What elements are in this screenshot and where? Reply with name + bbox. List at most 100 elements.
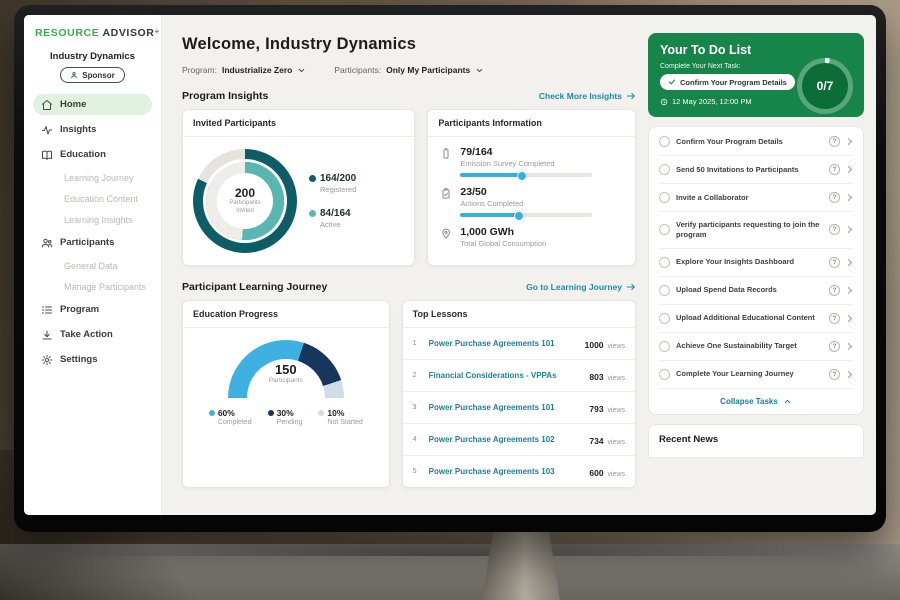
- gauge-legend-item: 10% Not Started: [318, 408, 362, 426]
- lesson-row[interactable]: 4 Power Purchase Agreements 102 734 view…: [403, 424, 635, 456]
- monitor-stand: [482, 532, 560, 600]
- recent-news-header[interactable]: Recent News: [648, 424, 864, 458]
- lesson-title-link[interactable]: Power Purchase Agreements 102: [429, 435, 583, 444]
- top-lessons-card: Top Lessons 1 Power Purchase Agreements …: [402, 300, 636, 488]
- invited-participants-title: Invited Participants: [183, 110, 414, 137]
- arrow-right-icon: [626, 91, 636, 101]
- sidebar-item-program[interactable]: Program: [33, 299, 152, 320]
- task-checkbox[interactable]: [659, 313, 670, 324]
- sponsor-badge[interactable]: Sponsor: [60, 67, 124, 83]
- lesson-row[interactable]: 1 Power Purchase Agreements 101 1000 vie…: [403, 328, 635, 360]
- arrow-right-icon: [626, 282, 636, 292]
- legend-dot-icon: [268, 410, 274, 416]
- lesson-row[interactable]: 3 Power Purchase Agreements 101 793 view…: [403, 392, 635, 424]
- task-checkbox[interactable]: [659, 369, 670, 380]
- chevron-right-icon: [845, 166, 852, 173]
- task-complete-your-learning-journey[interactable]: Complete Your Learning Journey: [659, 361, 853, 389]
- help-icon[interactable]: [829, 313, 840, 324]
- invited-donut-inner-ring: 200 Participants Invited: [206, 162, 284, 240]
- task-checkbox[interactable]: [659, 164, 670, 175]
- chevron-right-icon: [845, 194, 852, 201]
- sponsor-badge-label: Sponsor: [82, 71, 114, 80]
- task-checkbox[interactable]: [659, 341, 670, 352]
- lesson-views-group: 1000 views: [585, 335, 625, 353]
- todo-title: Your To Do List: [660, 43, 852, 57]
- help-icon[interactable]: [829, 285, 840, 296]
- legend-label: Not Started: [327, 419, 362, 426]
- task-explore-your-insights-dashboard[interactable]: Explore Your Insights Dashboard: [659, 249, 853, 277]
- help-icon[interactable]: [829, 257, 840, 268]
- chevron-right-icon: [845, 342, 852, 349]
- task-upload-spend-data-records[interactable]: Upload Spend Data Records: [659, 277, 853, 305]
- task-send-50-invitations-to-participants[interactable]: Send 50 Invitations to Participants: [659, 156, 853, 184]
- help-icon[interactable]: [829, 164, 840, 175]
- lesson-title-link[interactable]: Power Purchase Agreements 101: [429, 339, 578, 348]
- task-checkbox[interactable]: [659, 257, 670, 268]
- help-icon[interactable]: [829, 224, 840, 235]
- stat-progress-bar: [460, 213, 592, 217]
- education-progress-title: Education Progress: [183, 301, 389, 328]
- stat-progress-fill: [460, 213, 521, 217]
- stat-label: Total Global Consumption: [460, 239, 546, 248]
- task-invite-a-collaborator[interactable]: Invite a Collaborator: [659, 184, 853, 212]
- sidebar-item-learning-journey[interactable]: Learning Journey: [33, 169, 152, 186]
- sidebar-item-insights[interactable]: Insights: [33, 119, 152, 140]
- pin-icon: [440, 227, 452, 240]
- stat-progress-bar: [460, 173, 592, 177]
- education-gauge: 150 Participants: [228, 340, 344, 398]
- task-checkbox[interactable]: [659, 224, 670, 235]
- invited-donut-center: 200 Participants Invited: [217, 173, 273, 229]
- task-checkbox[interactable]: [659, 285, 670, 296]
- task-checkbox[interactable]: [659, 192, 670, 203]
- invited-legend: 164/200 Registered 84/164 Active: [309, 173, 356, 229]
- sidebar-item-label: General Data: [64, 261, 118, 271]
- sidebar-item-label: Education Content: [64, 194, 138, 204]
- todo-panel: Your To Do List Complete Your Next Task:…: [648, 15, 876, 515]
- lesson-views-group: 734 views: [589, 431, 625, 449]
- participants-filter[interactable]: Participants: Only My Participants: [334, 65, 484, 75]
- sidebar-item-home[interactable]: Home: [33, 94, 152, 115]
- check-more-insights-link[interactable]: Check More Insights: [539, 91, 636, 101]
- sidebar-item-learning-insights[interactable]: Learning Insights: [33, 211, 152, 228]
- app-logo: RESOURCE ADVISOR+: [35, 27, 152, 39]
- sidebar-item-settings[interactable]: Settings: [33, 349, 152, 370]
- legend-dot-icon: [318, 410, 324, 416]
- collapse-tasks-button[interactable]: Collapse Tasks: [659, 389, 853, 411]
- lesson-rank: 2: [413, 372, 422, 379]
- sidebar-item-education-content[interactable]: Education Content: [33, 190, 152, 207]
- help-icon[interactable]: [829, 341, 840, 352]
- participants-filter-value: Only My Participants: [386, 65, 470, 75]
- lesson-title-link[interactable]: Financial Considerations - VPPAs: [429, 371, 583, 380]
- sidebar-item-manage-participants[interactable]: Manage Participants: [33, 278, 152, 295]
- lesson-title-link[interactable]: Power Purchase Agreements 103: [429, 467, 583, 476]
- help-icon[interactable]: [829, 192, 840, 203]
- todo-progress-text: 0/7: [817, 79, 834, 93]
- task-checkbox[interactable]: [659, 136, 670, 147]
- task-label: Achieve One Sustainability Target: [676, 341, 823, 351]
- sidebar-item-participants[interactable]: Participants: [33, 232, 152, 253]
- task-achieve-one-sustainability-target[interactable]: Achieve One Sustainability Target: [659, 333, 853, 361]
- sidebar-item-general-data[interactable]: General Data: [33, 257, 152, 274]
- help-icon[interactable]: [829, 369, 840, 380]
- program-filter[interactable]: Program: Industrialize Zero: [182, 65, 306, 75]
- lesson-views-count: 734: [589, 436, 603, 446]
- legend-value: 60%: [218, 408, 235, 418]
- legend-value: 30%: [277, 408, 294, 418]
- task-verify-participants-requesting-to-join-the-program[interactable]: Verify participants requesting to join t…: [659, 212, 853, 249]
- help-icon[interactable]: [829, 136, 840, 147]
- sidebar-item-education[interactable]: Education: [33, 144, 152, 165]
- next-task-pill[interactable]: Confirm Your Program Details: [660, 74, 795, 90]
- legend-value: 10%: [327, 408, 344, 418]
- sidebar-item-label: Settings: [60, 354, 97, 365]
- sidebar-item-take-action[interactable]: Take Action: [33, 324, 152, 345]
- lesson-views-unit: views: [606, 343, 625, 350]
- lesson-row[interactable]: 5 Power Purchase Agreements 103 600 view…: [403, 456, 635, 487]
- lesson-title-link[interactable]: Power Purchase Agreements 101: [429, 403, 583, 412]
- sponsor-person-icon: [70, 71, 78, 79]
- chevron-right-icon: [845, 314, 852, 321]
- task-label: Upload Spend Data Records: [676, 285, 823, 295]
- lesson-row[interactable]: 2 Financial Considerations - VPPAs 803 v…: [403, 360, 635, 392]
- go-to-learning-journey-link[interactable]: Go to Learning Journey: [526, 282, 636, 292]
- task-confirm-your-program-details[interactable]: Confirm Your Program Details: [659, 128, 853, 156]
- task-upload-additional-educational-content[interactable]: Upload Additional Educational Content: [659, 305, 853, 333]
